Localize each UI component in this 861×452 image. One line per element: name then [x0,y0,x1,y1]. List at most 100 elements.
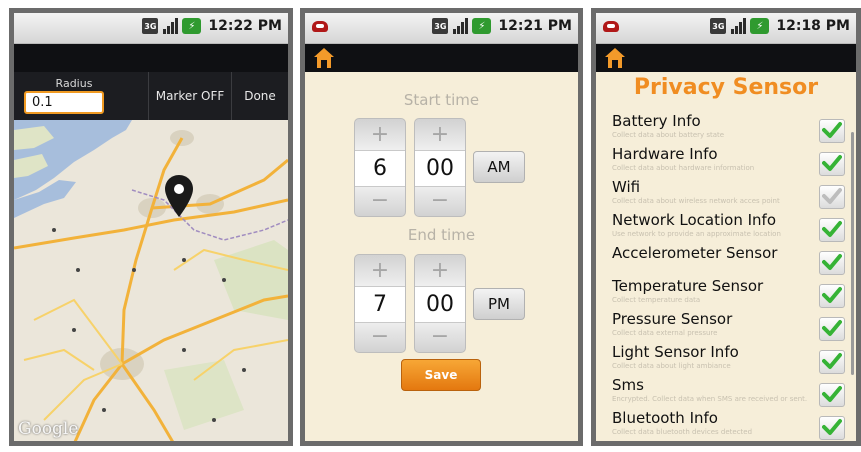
checkmark-icon [822,122,842,138]
end-hour-value[interactable]: 7 [355,286,405,323]
privacy-content: Privacy Sensor Battery Info Collect data … [596,72,856,441]
google-watermark: Google [18,419,79,439]
signal-icon [730,18,747,34]
3g-icon: 3G [432,18,449,34]
clock: 12:22 PM [208,18,282,34]
sensor-checkbox[interactable] [819,119,845,143]
sensor-checkbox[interactable] [819,416,845,440]
radius-input[interactable]: 0.1 [24,91,104,114]
decrement-button[interactable]: − [355,321,405,352]
title-bar [305,44,578,72]
title-bar [596,44,856,72]
sensor-description: Collect data about wireless network acce… [612,197,780,205]
time-content: Start time + 6 − + 00 − AM End time + 7 … [305,72,578,441]
checkmark-icon [822,221,842,237]
sensor-name: Hardware Info [612,145,718,163]
sensor-row[interactable]: Pressure Sensor Collect data external pre… [596,310,856,343]
phone-time-screen: 3G ⚡ 12:21 PM Start time + 6 − + 00 − AM… [300,8,583,446]
end-minute-spinner[interactable]: + 00 − [414,254,466,353]
screen: 3G ⚡ 12:22 PM Radius 0.1 Marker OFF Done [14,13,288,441]
sensor-checkbox[interactable] [819,383,845,407]
sensor-description: Collect temperature data [612,296,701,304]
sensor-row[interactable]: Hardware Info Collect data about hardware… [596,145,856,178]
signal-icon [452,18,469,34]
decrement-button[interactable]: − [355,185,405,216]
battery-icon: ⚡ [182,18,202,34]
sensor-description: Collect data external pressure [612,329,718,337]
sensor-row[interactable]: Battery Info Collect data about battery s… [596,112,856,145]
sensor-row[interactable]: Sms Encrypted. Collect data when SMS are … [596,376,856,409]
3g-icon: 3G [710,18,727,34]
sensor-description: Encrypted. Collect data when SMS are rec… [612,395,808,403]
map-toolbar: Radius 0.1 Marker OFF Done [14,72,288,120]
increment-button[interactable]: + [355,119,405,150]
start-minute-spinner[interactable]: + 00 − [414,118,466,217]
checkmark-icon [822,155,842,171]
sensor-name: Bluetooth Info [612,409,718,427]
sensor-row[interactable]: Temperature Sensor Collect temperature da… [596,277,856,310]
sensor-checkbox[interactable] [819,218,845,242]
sensor-name: Accelerometer Sensor [612,244,778,262]
signal-icon [162,18,179,34]
decrement-button[interactable]: − [415,321,465,352]
sensor-row[interactable]: Light Sensor Info Collect data about ligh… [596,343,856,376]
battery-icon: ⚡ [472,18,492,34]
home-icon[interactable] [313,47,335,69]
sensor-row[interactable]: Accelerometer Sensor [596,244,856,277]
start-ampm-button[interactable]: AM [473,151,525,183]
end-ampm-button[interactable]: PM [473,288,525,320]
marker-off-button[interactable]: Marker OFF [149,72,231,120]
page-title: Privacy Sensor [633,75,819,100]
sensor-checkbox[interactable] [819,350,845,374]
checkmark-icon [822,386,842,402]
done-button[interactable]: Done [232,72,288,120]
sensor-checkbox[interactable] [819,185,845,209]
checkmark-icon [822,419,842,435]
screen: 3G ⚡ 12:18 PM Privacy Sensor Battery Inf… [596,13,856,441]
clock: 12:18 PM [776,18,850,34]
status-bar: 3G ⚡ 12:22 PM [14,13,288,44]
sensor-checkbox[interactable] [819,317,845,341]
sensor-name: Sms [612,376,644,394]
screen: 3G ⚡ 12:21 PM Start time + 6 − + 00 − AM… [305,13,578,441]
sensor-row[interactable]: Bluetooth Info Collect data bluetooth dev… [596,409,856,441]
increment-button[interactable]: + [415,119,465,150]
checkmark-icon [822,254,842,270]
map-marker-icon[interactable] [165,175,193,221]
decrement-button[interactable]: − [415,185,465,216]
sensor-row[interactable]: Wifi Collect data about wireless network … [596,178,856,211]
phone-privacy-screen: 3G ⚡ 12:18 PM Privacy Sensor Battery Inf… [591,8,861,446]
end-minute-value[interactable]: 00 [415,286,465,323]
increment-button[interactable]: + [355,255,405,286]
start-hour-value[interactable]: 6 [355,150,405,187]
increment-button[interactable]: + [415,255,465,286]
sensor-checkbox[interactable] [819,152,845,176]
sensor-name: Pressure Sensor [612,310,733,328]
battery-icon: ⚡ [750,18,770,34]
status-bar: 3G ⚡ 12:18 PM [596,13,856,44]
sensor-description: Use network to provide an approximate lo… [612,230,781,238]
clock: 12:21 PM [498,18,572,34]
end-time-label: End time [407,226,476,244]
3g-icon: 3G [142,18,159,34]
notification-icon [312,21,328,32]
checkmark-icon [822,188,842,204]
map-view[interactable]: Google [14,120,288,441]
sensor-description: Collect data about battery state [612,131,725,139]
sensor-checkbox[interactable] [819,251,845,275]
save-button[interactable]: Save [401,359,481,391]
sensor-checkbox[interactable] [819,284,845,308]
scrollbar[interactable] [851,132,854,375]
sensor-name: Wifi [612,178,641,196]
phone-map-screen: 3G ⚡ 12:22 PM Radius 0.1 Marker OFF Done [9,8,293,446]
end-hour-spinner[interactable]: + 7 − [354,254,406,353]
sensor-name: Network Location Info [612,211,776,229]
status-bar: 3G ⚡ 12:21 PM [305,13,578,44]
checkmark-icon [822,287,842,303]
sensor-row[interactable]: Network Location Info Use network to prov… [596,211,856,244]
sensor-name: Temperature Sensor [612,277,764,295]
home-icon[interactable] [604,47,626,69]
start-hour-spinner[interactable]: + 6 − [354,118,406,217]
notification-icon [603,21,619,32]
start-minute-value[interactable]: 00 [415,150,465,187]
